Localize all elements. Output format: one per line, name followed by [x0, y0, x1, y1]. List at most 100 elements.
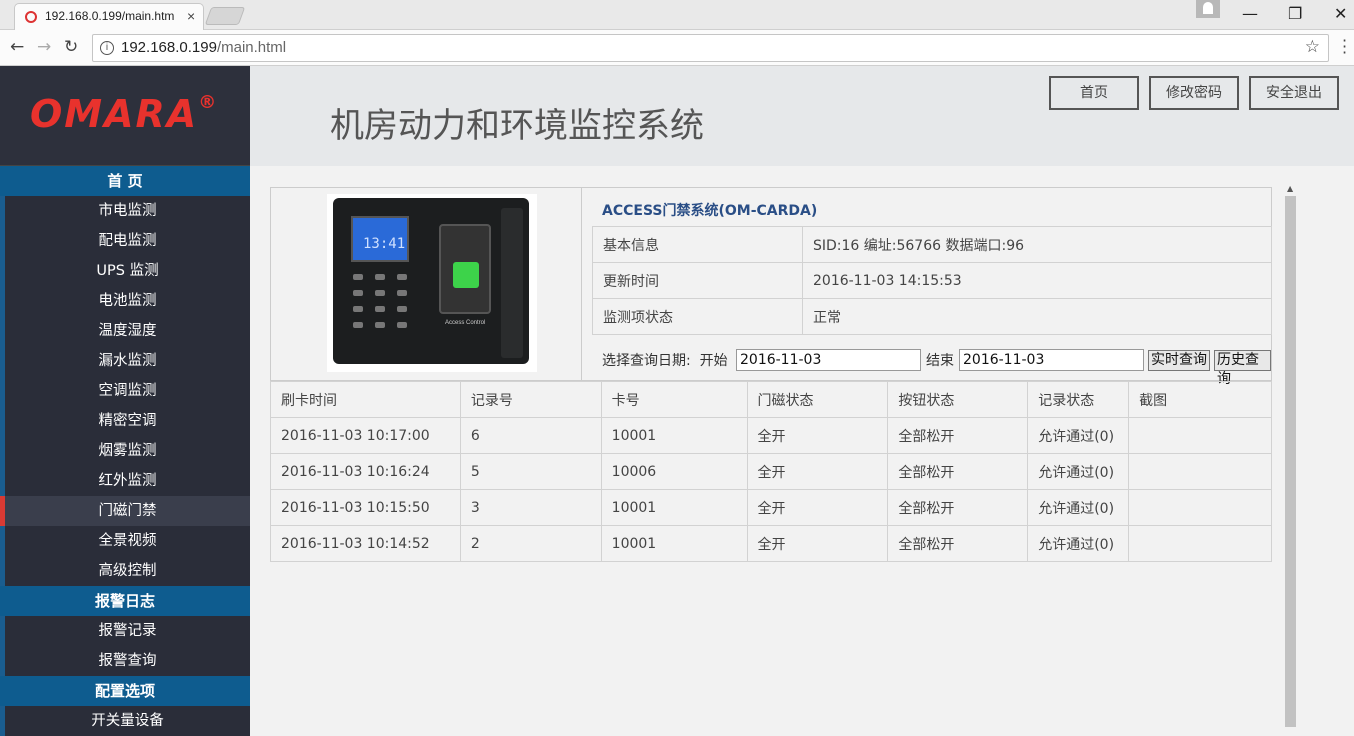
sidebar-nav-item[interactable]: 空调监测: [0, 376, 250, 406]
column-header: 按钮状态: [887, 381, 1029, 418]
table-cell: 2016-11-03 10:14:52: [270, 525, 461, 562]
table-cell: 全部松开: [887, 417, 1029, 454]
table-cell: 10001: [600, 417, 748, 454]
table-cell: 全开: [746, 417, 889, 454]
info-icon[interactable]: i: [100, 41, 114, 55]
sidebar-nav-item[interactable]: 全景视频: [0, 526, 250, 556]
end-date-input[interactable]: 2016-11-03: [959, 349, 1144, 371]
logout-button[interactable]: 安全退出: [1249, 76, 1339, 110]
table-cell: 允许通过(0): [1027, 453, 1130, 490]
table-cell: [1128, 489, 1272, 526]
sidebar-nav-item[interactable]: 漏水监测: [0, 346, 250, 376]
device-photo-cell: 13:41 Access Control: [271, 188, 582, 381]
table-cell: 全开: [746, 489, 889, 526]
fingerprint-icon: [453, 262, 479, 288]
tab-close-icon[interactable]: ×: [187, 8, 195, 24]
sidebar-nav-item[interactable]: 门磁门禁: [0, 496, 250, 526]
sidebar-nav-item[interactable]: 开关量设备: [0, 706, 250, 736]
table-row: 2016-11-03 10:17:00 6 10001 全开 全部松开 允许通过(0): [270, 417, 1272, 454]
sidebar-nav-item[interactable]: 报警查询: [0, 646, 250, 676]
table-cell: 10001: [600, 489, 748, 526]
table-cell: 2016-11-03 10:17:00: [270, 417, 461, 454]
sidebar-nav-item[interactable]: 电池监测: [0, 286, 250, 316]
sidebar: OMARA® 首 页市电监测 配电监测 UPS 监测 电池监测 温度湿度 漏水监测 空调监测…: [0, 66, 250, 736]
sidebar-nav-item[interactable]: 高级控制: [0, 556, 250, 586]
sidebar-nav-item[interactable]: 报警记录: [0, 616, 250, 646]
device-clock: 13:41: [363, 236, 406, 252]
device-screen: 13:41: [351, 216, 409, 262]
table-cell: [1128, 525, 1272, 562]
bookmark-star-icon[interactable]: ☆: [1305, 37, 1320, 57]
logo-text: OMARA: [30, 92, 199, 136]
records-table: 刷卡时间 记录号 卡号 门磁状态 按钮状态 记录状态 截图 2016-11-03 10:17:…: [270, 381, 1272, 562]
column-header: 门磁状态: [746, 381, 889, 418]
vertical-scrollbar[interactable]: ▲: [1284, 184, 1297, 727]
table-header-row: 刷卡时间 记录号 卡号 门磁状态 按钮状态 记录状态 截图: [270, 381, 1272, 418]
browser-tab[interactable]: 192.168.0.199/main.htm ×: [14, 3, 204, 31]
browser-menu-icon[interactable]: · · ·: [1342, 33, 1347, 61]
device-info-table: 基本信息 SID:16 编址:56766 数据端口:96 更新时间 2016-11-0…: [592, 226, 1272, 335]
table-cell: 允许通过(0): [1027, 525, 1130, 562]
end-label: 结束: [926, 353, 954, 369]
table-row: 2016-11-03 10:14:52 2 10001 全开 全部松开 允许通过(0): [270, 525, 1272, 562]
browser-tab-bar: 192.168.0.199/main.htm × — ❐ ✕: [0, 0, 1354, 31]
table-cell: 允许通过(0): [1027, 417, 1130, 454]
device-keypad: [353, 274, 413, 344]
nav-section-header[interactable]: 报警日志: [0, 586, 250, 616]
back-arrow-icon[interactable]: ←: [10, 37, 24, 57]
logo-area: OMARA®: [0, 66, 250, 166]
column-header: 记录状态: [1027, 381, 1130, 418]
forward-arrow-icon[interactable]: →: [37, 37, 51, 57]
scrollbar-thumb[interactable]: [1285, 196, 1296, 727]
url-input[interactable]: i 192.168.0.199/main.html ☆: [92, 34, 1329, 62]
info-row: 更新时间 2016-11-03 14:15:53: [592, 262, 1272, 299]
info-key: 更新时间: [592, 262, 803, 299]
info-row: 监测项状态 正常: [592, 298, 1272, 335]
table-cell: 10001: [600, 525, 748, 562]
site-favicon-icon: [25, 11, 37, 23]
change-password-button[interactable]: 修改密码: [1149, 76, 1239, 110]
sidebar-nav-item[interactable]: UPS 监测: [0, 256, 250, 286]
start-label: 开始: [699, 353, 728, 369]
sidebar-nav-item[interactable]: 红外监测: [0, 466, 250, 496]
info-value: SID:16 编址:56766 数据端口:96: [802, 226, 1272, 263]
sidebar-nav-item[interactable]: 烟雾监测: [0, 436, 250, 466]
history-query-button[interactable]: 历史查询: [1214, 350, 1271, 387]
sidebar-nav-item[interactable]: 精密空调: [0, 406, 250, 436]
start-date-input[interactable]: 2016-11-03: [736, 349, 921, 371]
table-cell: 全部松开: [887, 453, 1029, 490]
sidebar-nav: 首 页市电监测 配电监测 UPS 监测 电池监测 温度湿度 漏水监测 空调监测 精密空调 烟雾监…: [0, 166, 250, 736]
minimize-icon[interactable]: —: [1242, 4, 1258, 23]
info-value: 2016-11-03 14:15:53: [802, 262, 1272, 299]
scroll-up-icon[interactable]: ▲: [1287, 184, 1293, 193]
table-cell: 允许通过(0): [1027, 489, 1130, 526]
table-row: 2016-11-03 10:16:24 5 10006 全开 全部松开 允许通过(0): [270, 453, 1272, 490]
info-key: 基本信息: [592, 226, 803, 263]
maximize-icon[interactable]: ❐: [1288, 4, 1302, 23]
registered-mark: ®: [198, 92, 219, 113]
status-value: 正常: [802, 298, 1272, 335]
sidebar-nav-item[interactable]: 配电监测: [0, 226, 250, 256]
address-bar-row: ← → ↻ i 192.168.0.199/main.html ☆ · · ·: [0, 30, 1354, 66]
nav-section-header[interactable]: 配置选项: [0, 676, 250, 706]
close-window-icon[interactable]: ✕: [1334, 4, 1347, 23]
reload-icon[interactable]: ↻: [64, 37, 78, 57]
table-cell: 2: [459, 525, 602, 562]
url-host: 192.168.0.199: [121, 39, 217, 56]
device-panel: 13:41 Access Control ACCESS门禁系统(OM-CARDA…: [270, 187, 1272, 387]
url-text: 192.168.0.199/main.html: [121, 39, 286, 56]
sidebar-nav-item[interactable]: 市电监测: [0, 196, 250, 226]
table-cell: [1128, 417, 1272, 454]
realtime-query-button[interactable]: 实时查询: [1148, 350, 1210, 371]
table-cell: 2016-11-03 10:15:50: [270, 489, 461, 526]
table-row: 2016-11-03 10:15:50 3 10001 全开 全部松开 允许通过(0): [270, 489, 1272, 526]
new-tab-button[interactable]: [204, 7, 246, 25]
sidebar-nav-item[interactable]: 温度湿度: [0, 316, 250, 346]
home-button[interactable]: 首页: [1049, 76, 1139, 110]
device-title: ACCESS门禁系统(OM-CARDA): [602, 203, 818, 219]
user-profile-icon[interactable]: [1196, 0, 1220, 18]
nav-section-header[interactable]: 首 页: [0, 166, 250, 196]
device-label: Access Control: [445, 320, 486, 326]
query-date-label: 选择查询日期:: [602, 353, 691, 369]
table-cell: 2016-11-03 10:16:24: [270, 453, 461, 490]
